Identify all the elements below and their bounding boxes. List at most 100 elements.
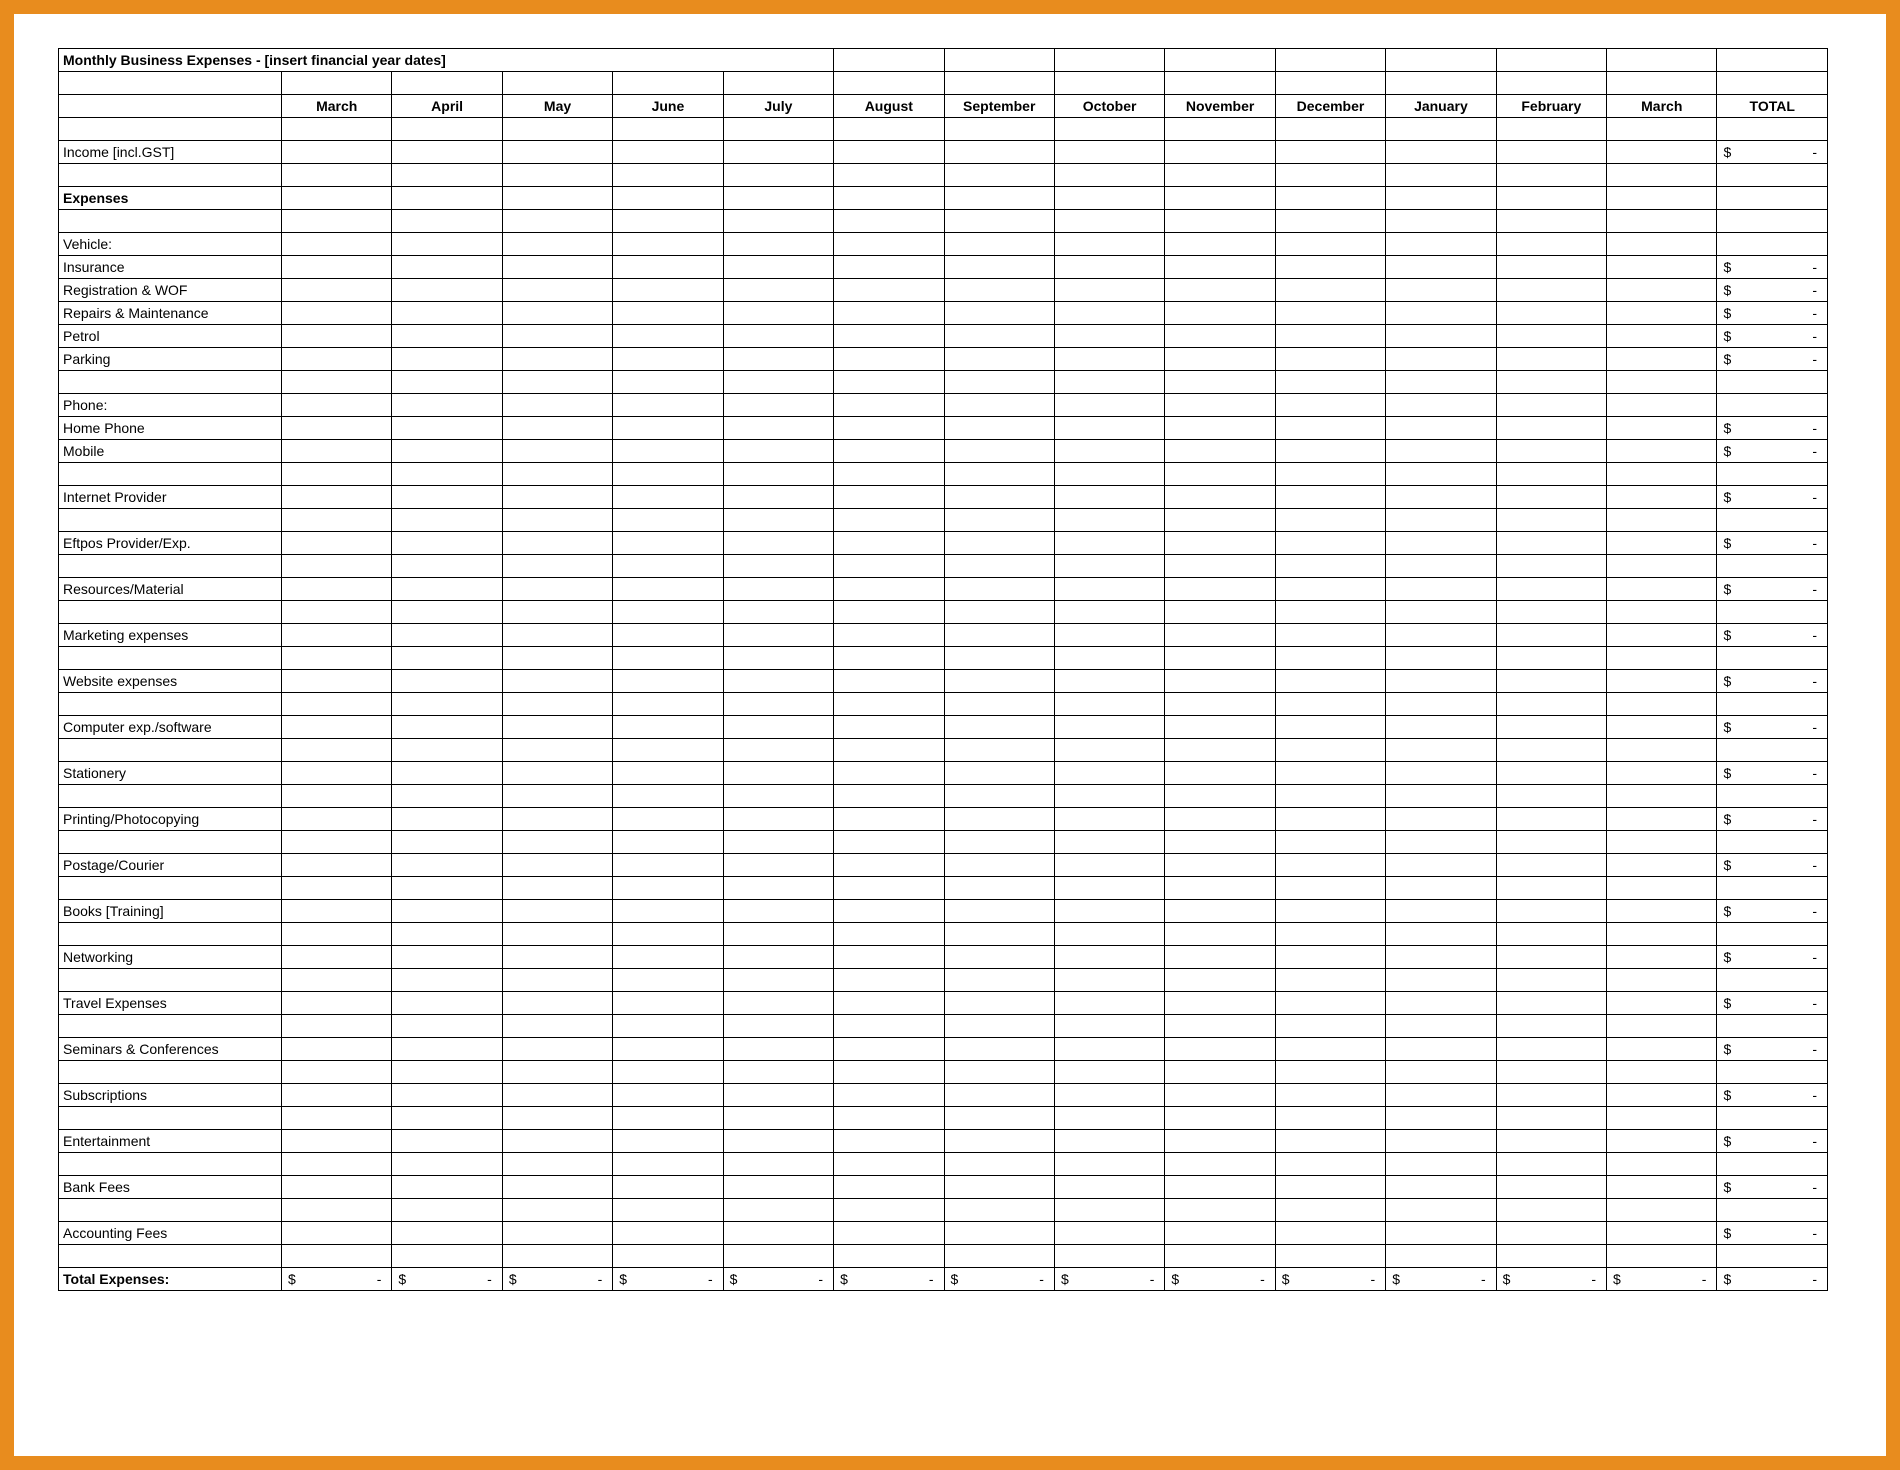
expense-month-cell[interactable]: [1165, 532, 1275, 555]
expense-month-cell[interactable]: [1054, 486, 1164, 509]
expense-month-cell[interactable]: [723, 946, 833, 969]
expense-month-cell[interactable]: [613, 325, 723, 348]
expense-month-cell[interactable]: [1386, 854, 1496, 877]
expense-month-cell[interactable]: [613, 256, 723, 279]
expense-month-cell[interactable]: [723, 279, 833, 302]
expense-month-cell[interactable]: [1054, 808, 1164, 831]
expense-month-cell[interactable]: [1275, 946, 1385, 969]
expense-month-cell[interactable]: [392, 1176, 502, 1199]
expense-month-cell[interactable]: [392, 325, 502, 348]
expense-month-cell[interactable]: [502, 1084, 612, 1107]
expense-month-cell[interactable]: [1165, 325, 1275, 348]
expense-month-cell[interactable]: [834, 1038, 944, 1061]
expense-month-cell[interactable]: [723, 417, 833, 440]
expense-month-cell[interactable]: [1165, 1084, 1275, 1107]
expense-month-cell[interactable]: [944, 670, 1054, 693]
expense-month-cell[interactable]: [1607, 900, 1717, 923]
expense-month-cell[interactable]: [834, 854, 944, 877]
expense-month-cell[interactable]: [1607, 279, 1717, 302]
expense-month-cell[interactable]: [944, 854, 1054, 877]
expense-month-cell[interactable]: [1165, 624, 1275, 647]
expense-month-cell[interactable]: [723, 1084, 833, 1107]
expense-month-cell[interactable]: [1496, 532, 1606, 555]
expense-month-cell[interactable]: [1275, 279, 1385, 302]
expense-month-cell[interactable]: [944, 325, 1054, 348]
expense-month-cell[interactable]: [1386, 670, 1496, 693]
expense-month-cell[interactable]: [1386, 1130, 1496, 1153]
expense-month-cell[interactable]: [502, 624, 612, 647]
expense-month-cell[interactable]: [281, 532, 391, 555]
expense-month-cell[interactable]: [502, 854, 612, 877]
expense-month-cell[interactable]: [1386, 946, 1496, 969]
expense-month-cell[interactable]: [1165, 302, 1275, 325]
expense-month-cell[interactable]: [944, 992, 1054, 1015]
expense-month-cell[interactable]: [1275, 670, 1385, 693]
expense-month-cell[interactable]: [1496, 808, 1606, 831]
expense-month-cell[interactable]: [1607, 992, 1717, 1015]
expense-month-cell[interactable]: [1386, 762, 1496, 785]
expense-month-cell[interactable]: [944, 256, 1054, 279]
expense-month-cell[interactable]: [502, 900, 612, 923]
expense-month-cell[interactable]: [392, 1084, 502, 1107]
expense-month-cell[interactable]: [1496, 1084, 1606, 1107]
expense-month-cell[interactable]: [1054, 302, 1164, 325]
expense-month-cell[interactable]: [502, 302, 612, 325]
expense-month-cell[interactable]: [1275, 256, 1385, 279]
expense-month-cell[interactable]: [502, 417, 612, 440]
expense-month-cell[interactable]: [723, 900, 833, 923]
expense-month-cell[interactable]: [834, 1222, 944, 1245]
expense-month-cell[interactable]: [613, 440, 723, 463]
expense-month-cell[interactable]: [502, 762, 612, 785]
expense-month-cell[interactable]: [834, 808, 944, 831]
expense-month-cell[interactable]: [502, 532, 612, 555]
expense-month-cell[interactable]: [502, 325, 612, 348]
expense-month-cell[interactable]: [281, 325, 391, 348]
expense-month-cell[interactable]: [1275, 325, 1385, 348]
income-month-cell[interactable]: [944, 141, 1054, 164]
expense-month-cell[interactable]: [613, 417, 723, 440]
expense-month-cell[interactable]: [1275, 1038, 1385, 1061]
expense-month-cell[interactable]: [723, 716, 833, 739]
expense-month-cell[interactable]: [1165, 992, 1275, 1015]
expense-month-cell[interactable]: [281, 854, 391, 877]
expense-month-cell[interactable]: [1607, 1084, 1717, 1107]
expense-month-cell[interactable]: [944, 1222, 1054, 1245]
expense-month-cell[interactable]: [281, 578, 391, 601]
expense-month-cell[interactable]: [1607, 440, 1717, 463]
expense-month-cell[interactable]: [1054, 256, 1164, 279]
expense-month-cell[interactable]: [1275, 348, 1385, 371]
expense-month-cell[interactable]: [834, 900, 944, 923]
expense-month-cell[interactable]: [1496, 325, 1606, 348]
expense-month-cell[interactable]: [502, 578, 612, 601]
expense-month-cell[interactable]: [1275, 716, 1385, 739]
expense-month-cell[interactable]: [1275, 1130, 1385, 1153]
expense-month-cell[interactable]: [281, 1130, 391, 1153]
expense-month-cell[interactable]: [944, 1084, 1054, 1107]
expense-month-cell[interactable]: [281, 992, 391, 1015]
expense-month-cell[interactable]: [1607, 302, 1717, 325]
expense-month-cell[interactable]: [1607, 854, 1717, 877]
expense-month-cell[interactable]: [1496, 624, 1606, 647]
expense-month-cell[interactable]: [834, 532, 944, 555]
income-month-cell[interactable]: [834, 141, 944, 164]
expense-month-cell[interactable]: [392, 854, 502, 877]
expense-month-cell[interactable]: [834, 1130, 944, 1153]
expense-month-cell[interactable]: [1054, 716, 1164, 739]
expense-month-cell[interactable]: [1386, 900, 1496, 923]
expense-month-cell[interactable]: [944, 946, 1054, 969]
expense-month-cell[interactable]: [1165, 256, 1275, 279]
expense-month-cell[interactable]: [1165, 900, 1275, 923]
expense-month-cell[interactable]: [281, 900, 391, 923]
expense-month-cell[interactable]: [723, 854, 833, 877]
expense-month-cell[interactable]: [1607, 946, 1717, 969]
expense-month-cell[interactable]: [1054, 417, 1164, 440]
expense-month-cell[interactable]: [834, 762, 944, 785]
expense-month-cell[interactable]: [1386, 1038, 1496, 1061]
expense-month-cell[interactable]: [392, 762, 502, 785]
expense-month-cell[interactable]: [834, 578, 944, 601]
expense-month-cell[interactable]: [613, 302, 723, 325]
income-month-cell[interactable]: [1386, 141, 1496, 164]
expense-month-cell[interactable]: [1165, 578, 1275, 601]
expense-month-cell[interactable]: [392, 417, 502, 440]
expense-month-cell[interactable]: [1165, 1038, 1275, 1061]
